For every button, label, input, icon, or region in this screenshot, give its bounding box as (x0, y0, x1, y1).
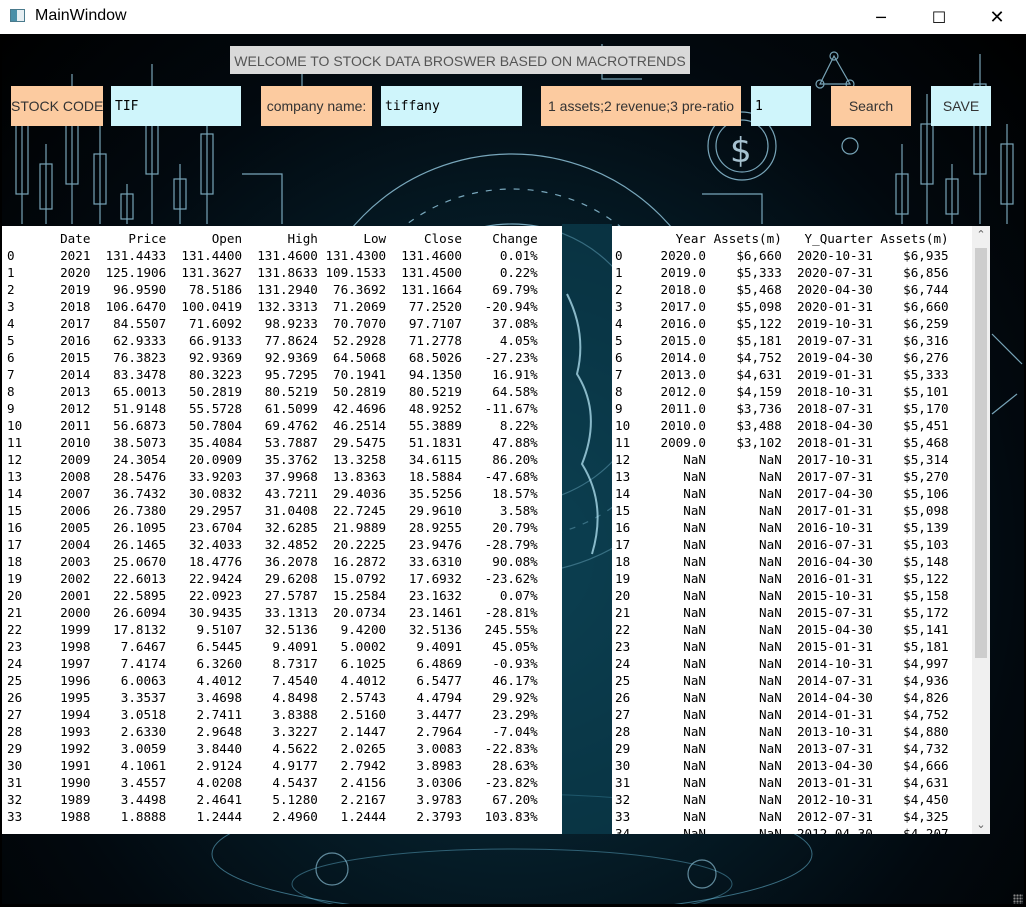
assets-table-row[interactable]: 6 2014.0 $4,752 2019-04-30 $6,276 (615, 350, 949, 365)
scroll-up-arrow-icon[interactable]: ⌃ (972, 226, 990, 244)
price-table-row[interactable]: 20 2001 22.5895 22.0923 27.5787 15.2584 … (7, 588, 538, 603)
price-table-row[interactable]: 22 1999 17.8132 9.5107 32.5136 9.4200 32… (7, 622, 538, 637)
price-table-row[interactable]: 18 2003 25.0670 18.4776 36.2078 16.2872 … (7, 554, 538, 569)
assets-table-row[interactable]: 17 NaN NaN 2016-07-31 $5,103 (615, 537, 949, 552)
assets-table-row[interactable]: 0 2020.0 $6,660 2020-10-31 $6,935 (615, 248, 949, 263)
price-table-row[interactable]: 17 2004 26.1465 32.4033 32.4852 20.2225 … (7, 537, 538, 552)
close-button[interactable]: ✕ (968, 0, 1026, 34)
price-table-row[interactable]: 29 1992 3.0059 3.8440 4.5622 2.0265 3.00… (7, 741, 538, 756)
assets-table-row[interactable]: 3 2017.0 $5,098 2020-01-31 $6,660 (615, 299, 949, 314)
stock-code-input[interactable] (111, 86, 241, 126)
assets-table-row[interactable]: 27 NaN NaN 2014-01-31 $4,752 (615, 707, 949, 722)
assets-table-row[interactable]: 13 NaN NaN 2017-07-31 $5,270 (615, 469, 949, 484)
assets-table-row[interactable]: 7 2013.0 $4,631 2019-01-31 $5,333 (615, 367, 949, 382)
price-table-row[interactable]: 13 2008 28.5476 33.9203 37.9968 13.8363 … (7, 469, 538, 484)
price-table-row[interactable]: 11 2010 38.5073 35.4084 53.7887 29.5475 … (7, 435, 538, 450)
maximize-button[interactable]: ☐ (910, 0, 968, 34)
price-table-row[interactable]: 7 2014 83.3478 80.3223 95.7295 70.1941 9… (7, 367, 538, 382)
assets-table-row[interactable]: 10 2010.0 $3,488 2018-04-30 $5,451 (615, 418, 949, 433)
assets-table-row[interactable]: 4 2016.0 $5,122 2019-10-31 $6,259 (615, 316, 949, 331)
price-table-row[interactable]: 14 2007 36.7432 30.0832 43.7211 29.4036 … (7, 486, 538, 501)
resize-grip-icon[interactable] (1013, 894, 1023, 904)
price-table-row[interactable]: 32 1989 3.4498 2.4641 5.1280 2.2167 3.97… (7, 792, 538, 807)
price-table-row[interactable]: 4 2017 84.5507 71.6092 98.9233 70.7070 9… (7, 316, 538, 331)
price-table-row[interactable]: 8 2013 65.0013 50.2819 80.5219 50.2819 8… (7, 384, 538, 399)
scroll-down-arrow-icon[interactable]: ⌄ (972, 816, 990, 834)
window-title: MainWindow (35, 7, 127, 24)
assets-table-row[interactable]: 22 NaN NaN 2015-04-30 $5,141 (615, 622, 949, 637)
assets-table-row[interactable]: 33 NaN NaN 2012-07-31 $4,325 (615, 809, 949, 824)
assets-table-row[interactable]: 9 2011.0 $3,736 2018-07-31 $5,170 (615, 401, 949, 416)
assets-table-text: Year Assets(m) Y_Quarter Assets(m) 0 202… (615, 230, 949, 834)
price-table-row[interactable]: 26 1995 3.3537 3.4698 4.8498 2.5743 4.47… (7, 690, 538, 705)
welcome-banner: WELCOME TO STOCK DATA BROSWER BASED ON M… (230, 46, 690, 74)
price-history-table[interactable]: Date Price Open High Low Close Change 0 … (2, 226, 562, 834)
company-name-input[interactable] (381, 86, 522, 126)
assets-table-row[interactable]: 11 2009.0 $3,102 2018-01-31 $5,468 (615, 435, 949, 450)
price-table-row[interactable]: 31 1990 3.4557 4.0208 4.5437 2.4156 3.03… (7, 775, 538, 790)
assets-table-row[interactable]: 32 NaN NaN 2012-10-31 $4,450 (615, 792, 949, 807)
assets-table-row[interactable]: 12 NaN NaN 2017-10-31 $5,314 (615, 452, 949, 467)
assets-table-row[interactable]: 5 2015.0 $5,181 2019-07-31 $6,316 (615, 333, 949, 348)
price-table-row[interactable]: 16 2005 26.1095 23.6704 32.6285 21.9889 … (7, 520, 538, 535)
price-table-header-row: Date Price Open High Low Close Change (60, 231, 538, 246)
price-table-row[interactable]: 3 2018 106.6470 100.0419 132.3313 71.206… (7, 299, 538, 314)
assets-table-header-row: Year Assets(m) Y_Quarter Assets(m) (675, 231, 949, 246)
assets-table-row[interactable]: 16 NaN NaN 2016-10-31 $5,139 (615, 520, 949, 535)
assets-table-row[interactable]: 24 NaN NaN 2014-10-31 $4,997 (615, 656, 949, 671)
assets-table-row[interactable]: 18 NaN NaN 2016-04-30 $5,148 (615, 554, 949, 569)
price-table-row[interactable]: 9 2012 51.9148 55.5728 61.5099 42.4696 4… (7, 401, 538, 416)
assets-table-row[interactable]: 34 NaN NaN 2012-04-30 $4,207 (615, 826, 949, 834)
title-bar: MainWindow ─ ☐ ✕ (0, 0, 1026, 34)
price-table-row[interactable]: 6 2015 76.3823 92.9369 92.9369 64.5068 6… (7, 350, 538, 365)
price-table-row[interactable]: 27 1994 3.0518 2.7411 3.8388 2.5160 3.44… (7, 707, 538, 722)
svg-text:$: $ (730, 131, 752, 171)
price-table-row[interactable]: 28 1993 2.6330 2.9648 3.3227 2.1447 2.79… (7, 724, 538, 739)
search-button[interactable]: Search (831, 86, 911, 126)
minimize-button[interactable]: ─ (852, 0, 910, 34)
price-table-row[interactable]: 0 2021 131.4433 131.4400 131.4600 131.43… (7, 248, 538, 263)
company-name-label: company name: (261, 86, 372, 126)
assets-table-row[interactable]: 19 NaN NaN 2016-01-31 $5,122 (615, 571, 949, 586)
price-table-row[interactable]: 30 1991 4.1061 2.9124 4.9177 2.7942 3.89… (7, 758, 538, 773)
data-type-input[interactable] (751, 86, 811, 126)
price-table-row[interactable]: 25 1996 6.0063 4.4012 7.4540 4.4012 6.54… (7, 673, 538, 688)
assets-table-row[interactable]: 8 2012.0 $4,159 2018-10-31 $5,101 (615, 384, 949, 399)
price-table-row[interactable]: 12 2009 24.3054 20.0909 35.3762 13.3258 … (7, 452, 538, 467)
price-table-row[interactable]: 2 2019 96.9590 78.5186 131.2940 76.3692 … (7, 282, 538, 297)
app-window-icon (10, 9, 25, 22)
stock-code-label: STOCK CODE (11, 86, 103, 126)
data-type-label: 1 assets;2 revenue;3 pre-ratio (541, 86, 741, 126)
price-table-row[interactable]: 5 2016 62.9333 66.9133 77.8624 52.2928 7… (7, 333, 538, 348)
assets-table-row[interactable]: 21 NaN NaN 2015-07-31 $5,172 (615, 605, 949, 620)
assets-table-row[interactable]: 31 NaN NaN 2013-01-31 $4,631 (615, 775, 949, 790)
assets-table-row[interactable]: 30 NaN NaN 2013-04-30 $4,666 (615, 758, 949, 773)
assets-table[interactable]: Year Assets(m) Y_Quarter Assets(m) 0 202… (612, 226, 990, 834)
assets-table-row[interactable]: 20 NaN NaN 2015-10-31 $5,158 (615, 588, 949, 603)
assets-table-row[interactable]: 26 NaN NaN 2014-04-30 $4,826 (615, 690, 949, 705)
assets-table-row[interactable]: 28 NaN NaN 2013-10-31 $4,880 (615, 724, 949, 739)
assets-table-row[interactable]: 25 NaN NaN 2014-07-31 $4,936 (615, 673, 949, 688)
price-table-row[interactable]: 1 2020 125.1906 131.3627 131.8633 109.15… (7, 265, 538, 280)
price-table-row[interactable]: 23 1998 7.6467 6.5445 9.4091 5.0002 9.40… (7, 639, 538, 654)
price-table-row[interactable]: 24 1997 7.4174 6.3260 8.7317 6.1025 6.48… (7, 656, 538, 671)
assets-table-row[interactable]: 23 NaN NaN 2015-01-31 $5,181 (615, 639, 949, 654)
assets-table-row[interactable]: 2 2018.0 $5,468 2020-04-30 $6,744 (615, 282, 949, 297)
assets-table-row[interactable]: 1 2019.0 $5,333 2020-07-31 $6,856 (615, 265, 949, 280)
price-table-row[interactable]: 19 2002 22.6013 22.9424 29.6208 15.0792 … (7, 571, 538, 586)
assets-table-scrollbar[interactable]: ⌃ ⌄ (972, 226, 990, 834)
assets-table-row[interactable]: 29 NaN NaN 2013-07-31 $4,732 (615, 741, 949, 756)
save-button[interactable]: SAVE (931, 86, 991, 126)
assets-table-row[interactable]: 15 NaN NaN 2017-01-31 $5,098 (615, 503, 949, 518)
price-table-row[interactable]: 15 2006 26.7380 29.2957 31.0408 22.7245 … (7, 503, 538, 518)
price-table-row[interactable]: 21 2000 26.6094 30.9435 33.1313 20.0734 … (7, 605, 538, 620)
assets-table-row[interactable]: 14 NaN NaN 2017-04-30 $5,106 (615, 486, 949, 501)
price-table-row[interactable]: 33 1988 1.8888 1.2444 2.4960 1.2444 2.37… (7, 809, 538, 824)
price-table-text: Date Price Open High Low Close Change 0 … (7, 230, 538, 825)
price-table-row[interactable]: 10 2011 56.6873 50.7804 69.4762 46.2514 … (7, 418, 538, 433)
scrollbar-thumb[interactable] (975, 248, 987, 658)
